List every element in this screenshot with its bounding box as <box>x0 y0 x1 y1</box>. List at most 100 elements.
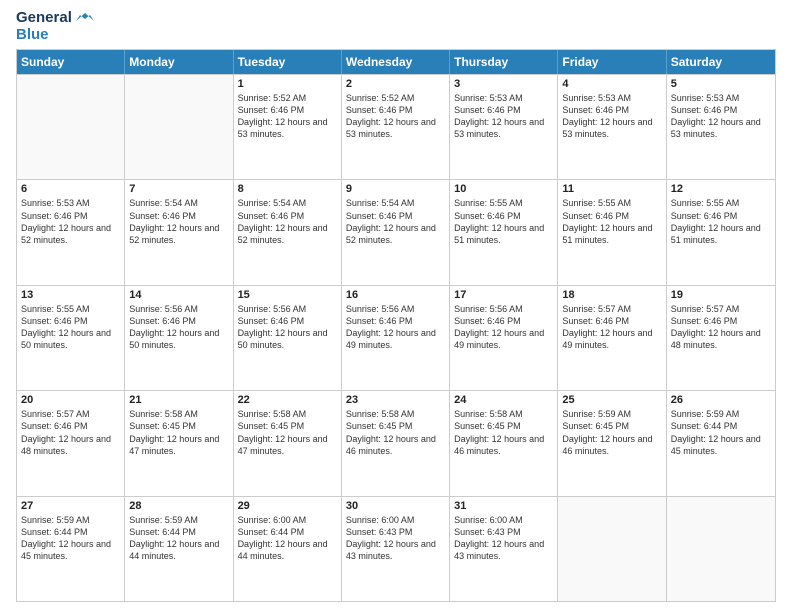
cell-info: Sunrise: 5:57 AM Sunset: 6:46 PM Dayligh… <box>21 408 120 457</box>
page: General Blue SundayMondayTuesdayWednesda… <box>0 0 792 612</box>
sunset: Sunset: 6:44 PM <box>21 527 88 537</box>
sunrise: Sunrise: 5:58 AM <box>129 409 198 419</box>
sunset: Sunset: 6:46 PM <box>21 421 88 431</box>
day-number: 23 <box>346 394 445 406</box>
sunrise: Sunrise: 5:56 AM <box>238 304 307 314</box>
cell-info: Sunrise: 5:53 AM Sunset: 6:46 PM Dayligh… <box>21 197 120 246</box>
calendar: SundayMondayTuesdayWednesdayThursdayFrid… <box>16 49 776 602</box>
day-number: 20 <box>21 394 120 406</box>
sunset: Sunset: 6:46 PM <box>454 316 521 326</box>
calendar-body: 1 Sunrise: 5:52 AM Sunset: 6:46 PM Dayli… <box>17 74 775 601</box>
daylight: Daylight: 12 hours and 53 minutes. <box>562 117 652 139</box>
calendar-cell: 28 Sunrise: 5:59 AM Sunset: 6:44 PM Dayl… <box>125 497 233 601</box>
sunrise: Sunrise: 5:57 AM <box>671 304 740 314</box>
sunrise: Sunrise: 5:54 AM <box>346 198 415 208</box>
cell-info: Sunrise: 5:54 AM Sunset: 6:46 PM Dayligh… <box>129 197 228 246</box>
sunset: Sunset: 6:44 PM <box>129 527 196 537</box>
sunset: Sunset: 6:45 PM <box>238 421 305 431</box>
calendar-day-header: Sunday <box>17 50 125 74</box>
header: General Blue <box>16 10 776 43</box>
calendar-day-header: Thursday <box>450 50 558 74</box>
daylight: Daylight: 12 hours and 52 minutes. <box>129 223 219 245</box>
sunrise: Sunrise: 5:53 AM <box>21 198 90 208</box>
calendar-cell: 16 Sunrise: 5:56 AM Sunset: 6:46 PM Dayl… <box>342 286 450 390</box>
sunset: Sunset: 6:46 PM <box>671 211 738 221</box>
sunrise: Sunrise: 5:53 AM <box>562 93 631 103</box>
sunrise: Sunrise: 5:56 AM <box>454 304 523 314</box>
logo: General Blue <box>16 10 94 43</box>
calendar-cell: 5 Sunrise: 5:53 AM Sunset: 6:46 PM Dayli… <box>667 75 775 179</box>
day-number: 5 <box>671 78 771 90</box>
cell-info: Sunrise: 5:59 AM Sunset: 6:44 PM Dayligh… <box>21 514 120 563</box>
day-number: 17 <box>454 289 553 301</box>
cell-info: Sunrise: 5:59 AM Sunset: 6:45 PM Dayligh… <box>562 408 661 457</box>
day-number: 8 <box>238 183 337 195</box>
calendar-day-header: Wednesday <box>342 50 450 74</box>
calendar-day-header: Friday <box>558 50 666 74</box>
day-number: 3 <box>454 78 553 90</box>
calendar-cell: 29 Sunrise: 6:00 AM Sunset: 6:44 PM Dayl… <box>234 497 342 601</box>
cell-info: Sunrise: 5:55 AM Sunset: 6:46 PM Dayligh… <box>454 197 553 246</box>
cell-info: Sunrise: 5:59 AM Sunset: 6:44 PM Dayligh… <box>129 514 228 563</box>
daylight: Daylight: 12 hours and 44 minutes. <box>129 539 219 561</box>
cell-info: Sunrise: 6:00 AM Sunset: 6:43 PM Dayligh… <box>346 514 445 563</box>
sunset: Sunset: 6:46 PM <box>129 316 196 326</box>
calendar-cell: 4 Sunrise: 5:53 AM Sunset: 6:46 PM Dayli… <box>558 75 666 179</box>
sunrise: Sunrise: 5:53 AM <box>671 93 740 103</box>
sunset: Sunset: 6:46 PM <box>562 105 629 115</box>
sunset: Sunset: 6:46 PM <box>671 105 738 115</box>
daylight: Daylight: 12 hours and 51 minutes. <box>671 223 761 245</box>
day-number: 21 <box>129 394 228 406</box>
cell-info: Sunrise: 5:58 AM Sunset: 6:45 PM Dayligh… <box>129 408 228 457</box>
daylight: Daylight: 12 hours and 52 minutes. <box>346 223 436 245</box>
calendar-cell: 21 Sunrise: 5:58 AM Sunset: 6:45 PM Dayl… <box>125 391 233 495</box>
calendar-day-header: Saturday <box>667 50 775 74</box>
day-number: 24 <box>454 394 553 406</box>
cell-info: Sunrise: 5:56 AM Sunset: 6:46 PM Dayligh… <box>346 303 445 352</box>
calendar-week: 6 Sunrise: 5:53 AM Sunset: 6:46 PM Dayli… <box>17 179 775 284</box>
daylight: Daylight: 12 hours and 53 minutes. <box>671 117 761 139</box>
sunrise: Sunrise: 5:58 AM <box>346 409 415 419</box>
day-number: 1 <box>238 78 337 90</box>
calendar-cell: 19 Sunrise: 5:57 AM Sunset: 6:46 PM Dayl… <box>667 286 775 390</box>
calendar-cell: 9 Sunrise: 5:54 AM Sunset: 6:46 PM Dayli… <box>342 180 450 284</box>
cell-info: Sunrise: 5:52 AM Sunset: 6:46 PM Dayligh… <box>346 92 445 141</box>
sunset: Sunset: 6:46 PM <box>454 105 521 115</box>
daylight: Daylight: 12 hours and 48 minutes. <box>671 328 761 350</box>
sunrise: Sunrise: 5:55 AM <box>21 304 90 314</box>
sunrise: Sunrise: 5:53 AM <box>454 93 523 103</box>
calendar-cell: 15 Sunrise: 5:56 AM Sunset: 6:46 PM Dayl… <box>234 286 342 390</box>
sunrise: Sunrise: 5:55 AM <box>454 198 523 208</box>
sunrise: Sunrise: 5:54 AM <box>129 198 198 208</box>
daylight: Daylight: 12 hours and 53 minutes. <box>238 117 328 139</box>
calendar-cell: 25 Sunrise: 5:59 AM Sunset: 6:45 PM Dayl… <box>558 391 666 495</box>
cell-info: Sunrise: 5:59 AM Sunset: 6:44 PM Dayligh… <box>671 408 771 457</box>
calendar-week: 13 Sunrise: 5:55 AM Sunset: 6:46 PM Dayl… <box>17 285 775 390</box>
sunset: Sunset: 6:45 PM <box>454 421 521 431</box>
sunrise: Sunrise: 5:58 AM <box>454 409 523 419</box>
sunrise: Sunrise: 5:58 AM <box>238 409 307 419</box>
sunset: Sunset: 6:44 PM <box>238 527 305 537</box>
calendar-cell <box>558 497 666 601</box>
daylight: Daylight: 12 hours and 52 minutes. <box>238 223 328 245</box>
day-number: 31 <box>454 500 553 512</box>
sunset: Sunset: 6:46 PM <box>21 211 88 221</box>
sunset: Sunset: 6:46 PM <box>346 105 413 115</box>
calendar-cell <box>667 497 775 601</box>
day-number: 11 <box>562 183 661 195</box>
daylight: Daylight: 12 hours and 53 minutes. <box>454 117 544 139</box>
cell-info: Sunrise: 5:57 AM Sunset: 6:46 PM Dayligh… <box>562 303 661 352</box>
daylight: Daylight: 12 hours and 50 minutes. <box>21 328 111 350</box>
sunrise: Sunrise: 5:55 AM <box>562 198 631 208</box>
cell-info: Sunrise: 6:00 AM Sunset: 6:43 PM Dayligh… <box>454 514 553 563</box>
sunset: Sunset: 6:46 PM <box>129 211 196 221</box>
cell-info: Sunrise: 5:57 AM Sunset: 6:46 PM Dayligh… <box>671 303 771 352</box>
calendar-cell: 13 Sunrise: 5:55 AM Sunset: 6:46 PM Dayl… <box>17 286 125 390</box>
sunset: Sunset: 6:43 PM <box>346 527 413 537</box>
calendar-week: 27 Sunrise: 5:59 AM Sunset: 6:44 PM Dayl… <box>17 496 775 601</box>
calendar-cell <box>17 75 125 179</box>
calendar-cell: 18 Sunrise: 5:57 AM Sunset: 6:46 PM Dayl… <box>558 286 666 390</box>
daylight: Daylight: 12 hours and 47 minutes. <box>238 434 328 456</box>
day-number: 4 <box>562 78 661 90</box>
daylight: Daylight: 12 hours and 49 minutes. <box>454 328 544 350</box>
